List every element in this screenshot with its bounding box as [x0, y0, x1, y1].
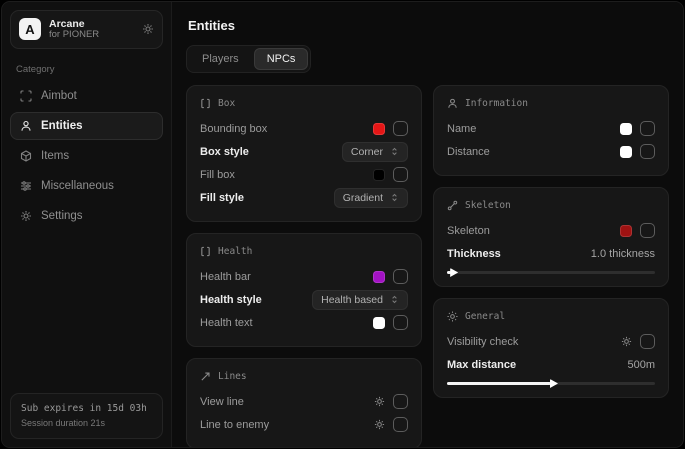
health-style-dropdown[interactable]: Health based [312, 290, 408, 310]
diagonal-line-icon [200, 371, 211, 382]
name-checkbox[interactable] [640, 121, 655, 136]
tab-npcs[interactable]: NPCs [254, 48, 309, 70]
view-line-checkbox[interactable] [393, 394, 408, 409]
line-to-enemy-checkbox[interactable] [393, 417, 408, 432]
general-card: General Visibility check [433, 298, 669, 398]
logo-card: A Arcane for PIONER [10, 10, 163, 49]
sun-icon [447, 311, 458, 322]
sidebar-item-label: Items [41, 150, 69, 162]
app-logo: A [19, 18, 41, 40]
setting-row: Name [447, 117, 655, 140]
sidebar-item-label: Settings [41, 210, 83, 222]
slider-thumb[interactable] [450, 268, 458, 277]
chevron-up-down-icon [390, 193, 399, 202]
setting-row: Visibility check [447, 330, 655, 353]
sidebar-item-label: Miscellaneous [41, 180, 114, 192]
bone-icon [447, 200, 458, 211]
setting-row: Line to enemy [200, 413, 408, 436]
setting-row: Health text [200, 311, 408, 334]
health-text-checkbox[interactable] [393, 315, 408, 330]
health-card: Health Health bar Health style Health ba… [186, 233, 422, 347]
main-content: Entities Players NPCs Box [172, 2, 683, 447]
lines-card: Lines View line [186, 358, 422, 448]
gear-icon[interactable] [142, 23, 154, 35]
color-swatch[interactable] [620, 146, 632, 158]
card-title: Skeleton [465, 200, 511, 211]
gear-icon [20, 210, 32, 222]
sidebar-item-entities[interactable]: Entities [10, 112, 163, 140]
gear-icon[interactable] [621, 336, 632, 347]
setting-row: Thickness 1.0 thickness [447, 242, 655, 265]
setting-row: Skeleton [447, 219, 655, 242]
visibility-check-checkbox[interactable] [640, 334, 655, 349]
sidebar-item-label: Aimbot [41, 90, 77, 102]
sidebar-item-label: Entities [41, 120, 83, 132]
color-swatch[interactable] [373, 169, 385, 181]
cards-grid: Box Bounding box Box style Corner [186, 85, 669, 448]
card-title: General [465, 311, 505, 322]
setting-row: Fill box [200, 163, 408, 186]
setting-row: Fill style Gradient [200, 186, 408, 209]
tab-bar: Players NPCs [186, 45, 311, 73]
thickness-value: 1.0 thickness [591, 248, 655, 260]
color-swatch[interactable] [373, 317, 385, 329]
subscription-status: Sub expires in 15d 03h [21, 402, 152, 416]
sliders-icon [20, 180, 32, 192]
box-card: Box Bounding box Box style Corner [186, 85, 422, 222]
color-swatch[interactable] [373, 271, 385, 283]
card-title: Lines [218, 371, 247, 382]
gear-icon[interactable] [374, 419, 385, 430]
app-window: A Arcane for PIONER Category Aim [1, 1, 684, 448]
thickness-slider[interactable] [447, 271, 655, 274]
box-style-dropdown[interactable]: Corner [342, 142, 408, 162]
page-title: Entities [188, 18, 669, 33]
scan-icon [20, 90, 32, 102]
chevron-up-down-icon [390, 295, 399, 304]
gear-icon[interactable] [374, 396, 385, 407]
max-distance-value: 500m [627, 359, 655, 371]
category-label: Category [16, 64, 157, 75]
sidebar: A Arcane for PIONER Category Aim [2, 2, 172, 447]
chevron-up-down-icon [390, 147, 399, 156]
brackets-icon [200, 98, 211, 109]
sidebar-item-miscellaneous[interactable]: Miscellaneous [10, 172, 163, 200]
setting-row: View line [200, 390, 408, 413]
setting-row: Health bar [200, 265, 408, 288]
setting-row: Max distance 500m [447, 353, 655, 376]
color-swatch[interactable] [373, 123, 385, 135]
subscription-card: Sub expires in 15d 03h Session duration … [10, 393, 163, 439]
entities-icon [20, 120, 32, 132]
package-icon [20, 150, 32, 162]
information-card: Information Name Distance [433, 85, 669, 176]
color-swatch[interactable] [620, 123, 632, 135]
sidebar-nav: Aimbot Entities Items [10, 82, 163, 230]
sidebar-item-items[interactable]: Items [10, 142, 163, 170]
skeleton-checkbox[interactable] [640, 223, 655, 238]
skeleton-card: Skeleton Skeleton Thickness 1.0 thicknes… [433, 187, 669, 287]
setting-row: Health style Health based [200, 288, 408, 311]
session-duration: Session duration 21s [21, 417, 152, 431]
setting-row: Distance [447, 140, 655, 163]
setting-row: Box style Corner [200, 140, 408, 163]
slider-thumb[interactable] [550, 379, 558, 388]
color-swatch[interactable] [620, 225, 632, 237]
max-distance-slider[interactable] [447, 382, 655, 385]
tab-players[interactable]: Players [189, 48, 252, 70]
brackets-icon [200, 246, 211, 257]
fill-box-checkbox[interactable] [393, 167, 408, 182]
card-title: Health [218, 246, 252, 257]
card-title: Information [465, 98, 528, 109]
bounding-box-checkbox[interactable] [393, 121, 408, 136]
distance-checkbox[interactable] [640, 144, 655, 159]
card-title: Box [218, 98, 235, 109]
person-icon [447, 98, 458, 109]
health-bar-checkbox[interactable] [393, 269, 408, 284]
sidebar-item-settings[interactable]: Settings [10, 202, 163, 230]
app-subtitle: for PIONER [49, 30, 134, 41]
fill-style-dropdown[interactable]: Gradient [334, 188, 408, 208]
setting-row: Bounding box [200, 117, 408, 140]
sidebar-item-aimbot[interactable]: Aimbot [10, 82, 163, 110]
